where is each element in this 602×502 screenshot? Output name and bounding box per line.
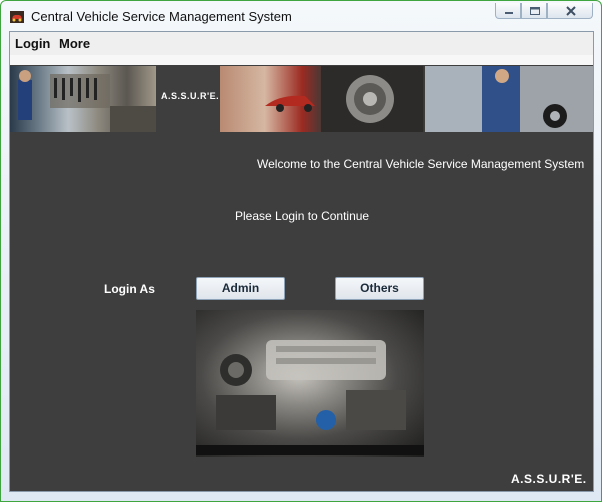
title-bar[interactable]: Central Vehicle Service Management Syste… <box>1 1 601 31</box>
login-as-label: Login As <box>104 282 155 296</box>
menu-login[interactable]: Login <box>15 36 50 51</box>
footer-logo: A.S.S.U.R'E. <box>511 472 587 486</box>
others-button[interactable]: Others <box>335 277 424 300</box>
close-icon <box>566 6 576 16</box>
maximize-button[interactable] <box>521 3 547 19</box>
login-prompt: Please Login to Continue <box>235 209 370 223</box>
menu-bar: Login More <box>10 32 593 56</box>
workshop-collage-photo <box>220 66 593 132</box>
maximize-icon <box>530 7 540 15</box>
close-button[interactable] <box>547 3 593 19</box>
admin-button[interactable]: Admin <box>196 277 285 300</box>
content-panel: Login More A.S.S.U.R'E. Welcome to the C… <box>9 31 594 492</box>
engine-bay-photo <box>196 310 424 457</box>
mechanic-garage-photo <box>10 66 156 132</box>
window-title: Central Vehicle Service Management Syste… <box>31 9 292 24</box>
welcome-message: Welcome to the Central Vehicle Service M… <box>257 157 585 171</box>
car-app-icon <box>10 10 24 23</box>
minimize-button[interactable] <box>495 3 521 19</box>
menu-more[interactable]: More <box>59 36 90 51</box>
minimize-icon <box>505 12 513 14</box>
menu-separator <box>10 55 593 65</box>
app-window: Central Vehicle Service Management Syste… <box>0 0 602 502</box>
banner-logo: A.S.S.U.R'E. <box>161 91 220 101</box>
